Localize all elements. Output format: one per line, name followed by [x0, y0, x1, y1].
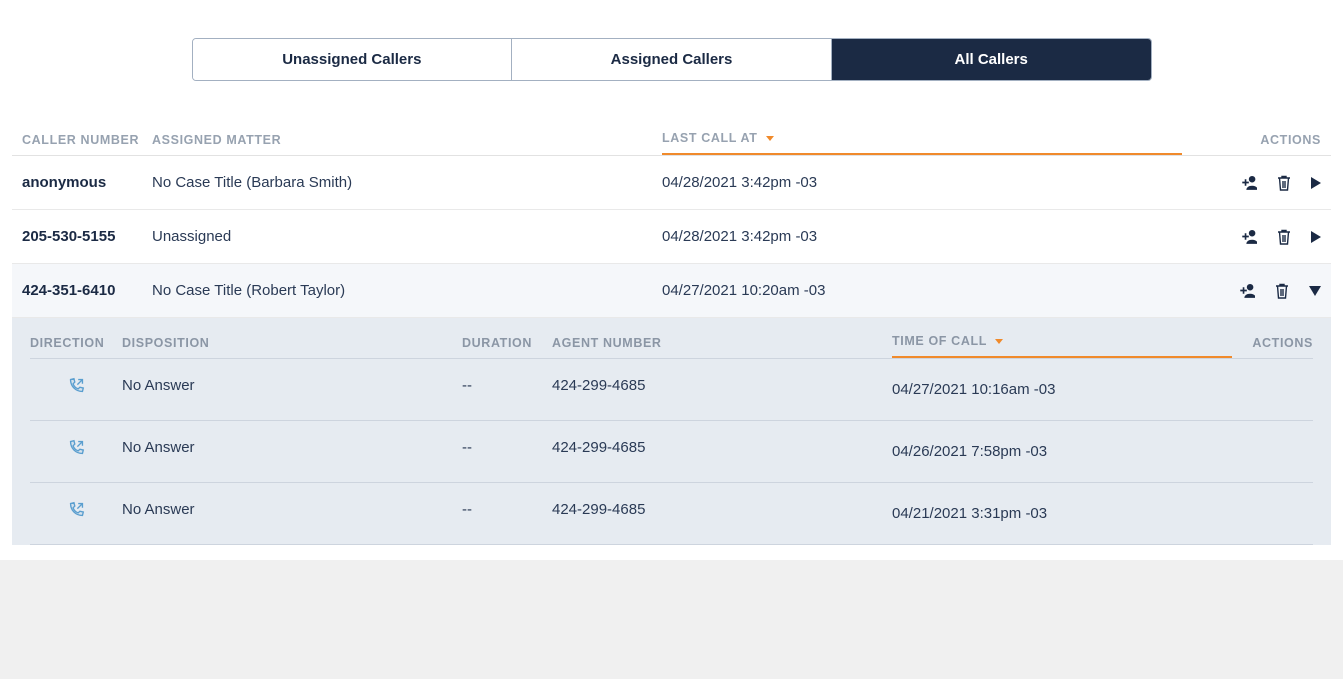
outgoing-call-icon	[68, 377, 85, 394]
sub-header-direction[interactable]: DIRECTION	[30, 336, 122, 358]
header-assigned-matter[interactable]: ASSIGNED MATTER	[152, 133, 662, 155]
sub-row: No Answer -- 424-299-4685 04/21/2021 3:3…	[30, 483, 1313, 545]
last-call-at: 04/28/2021 3:42pm -03	[662, 228, 1182, 245]
time-of-call: 04/26/2021 7:58pm -03	[892, 443, 1232, 460]
call-history-subtable: DIRECTION DISPOSITION DURATION AGENT NUM…	[12, 318, 1331, 545]
disposition: No Answer	[122, 377, 462, 402]
time-of-call: 04/27/2021 10:16am -03	[892, 381, 1232, 398]
sub-header-agent-number[interactable]: AGENT NUMBER	[552, 336, 892, 358]
table-headers: CALLER NUMBER ASSIGNED MATTER LAST CALL …	[12, 131, 1331, 156]
sub-header-time-label: TIME OF CALL	[892, 334, 987, 348]
callers-page: Unassigned Callers Assigned Callers All …	[0, 0, 1343, 560]
sub-row: No Answer -- 424-299-4685 04/26/2021 7:5…	[30, 421, 1313, 483]
outgoing-call-icon	[68, 439, 85, 456]
assigned-matter: No Case Title (Robert Taylor)	[152, 282, 662, 299]
sort-descending-icon	[766, 136, 774, 141]
tab-unassigned[interactable]: Unassigned Callers	[193, 39, 513, 80]
header-actions: ACTIONS	[1182, 133, 1321, 155]
disposition: No Answer	[122, 501, 462, 526]
caller-tabs: Unassigned Callers Assigned Callers All …	[192, 38, 1152, 81]
trash-icon[interactable]	[1275, 283, 1289, 299]
subtable-headers: DIRECTION DISPOSITION DURATION AGENT NUM…	[30, 334, 1313, 359]
agent-number: 424-299-4685	[552, 439, 892, 464]
collapse-down-icon[interactable]	[1309, 286, 1321, 296]
duration: --	[462, 501, 552, 526]
caller-number: anonymous	[22, 174, 152, 191]
sub-header-disposition[interactable]: DISPOSITION	[122, 336, 462, 358]
last-call-at: 04/27/2021 10:20am -03	[662, 282, 1182, 299]
assign-person-icon[interactable]	[1237, 283, 1255, 298]
assigned-matter: No Case Title (Barbara Smith)	[152, 174, 662, 191]
assign-person-icon[interactable]	[1239, 175, 1257, 190]
sort-descending-icon	[995, 339, 1003, 344]
expand-right-icon[interactable]	[1311, 177, 1321, 189]
assign-person-icon[interactable]	[1239, 229, 1257, 244]
time-of-call: 04/21/2021 3:31pm -03	[892, 505, 1232, 522]
duration: --	[462, 377, 552, 402]
duration: --	[462, 439, 552, 464]
table-row: 205-530-5155 Unassigned 04/28/2021 3:42p…	[12, 210, 1331, 264]
sub-header-actions: ACTIONS	[1232, 336, 1313, 358]
header-last-call-at[interactable]: LAST CALL AT	[662, 131, 1182, 155]
assigned-matter: Unassigned	[152, 228, 662, 245]
sub-row: No Answer -- 424-299-4685 04/27/2021 10:…	[30, 359, 1313, 421]
agent-number: 424-299-4685	[552, 501, 892, 526]
expand-right-icon[interactable]	[1311, 231, 1321, 243]
tab-assigned[interactable]: Assigned Callers	[512, 39, 832, 80]
table-row: anonymous No Case Title (Barbara Smith) …	[12, 156, 1331, 210]
sub-header-time-of-call[interactable]: TIME OF CALL	[892, 334, 1232, 358]
header-last-call-at-label: LAST CALL AT	[662, 131, 757, 145]
tab-all[interactable]: All Callers	[832, 39, 1151, 80]
caller-number: 205-530-5155	[22, 228, 152, 245]
agent-number: 424-299-4685	[552, 377, 892, 402]
last-call-at: 04/28/2021 3:42pm -03	[662, 174, 1182, 191]
sort-indicator	[892, 356, 1232, 358]
disposition: No Answer	[122, 439, 462, 464]
trash-icon[interactable]	[1277, 175, 1291, 191]
caller-number: 424-351-6410	[22, 282, 152, 299]
sort-indicator	[662, 153, 1182, 155]
sub-header-duration[interactable]: DURATION	[462, 336, 552, 358]
trash-icon[interactable]	[1277, 229, 1291, 245]
outgoing-call-icon	[68, 501, 85, 518]
table-row: 424-351-6410 No Case Title (Robert Taylo…	[12, 264, 1331, 318]
header-caller-number[interactable]: CALLER NUMBER	[22, 133, 152, 155]
